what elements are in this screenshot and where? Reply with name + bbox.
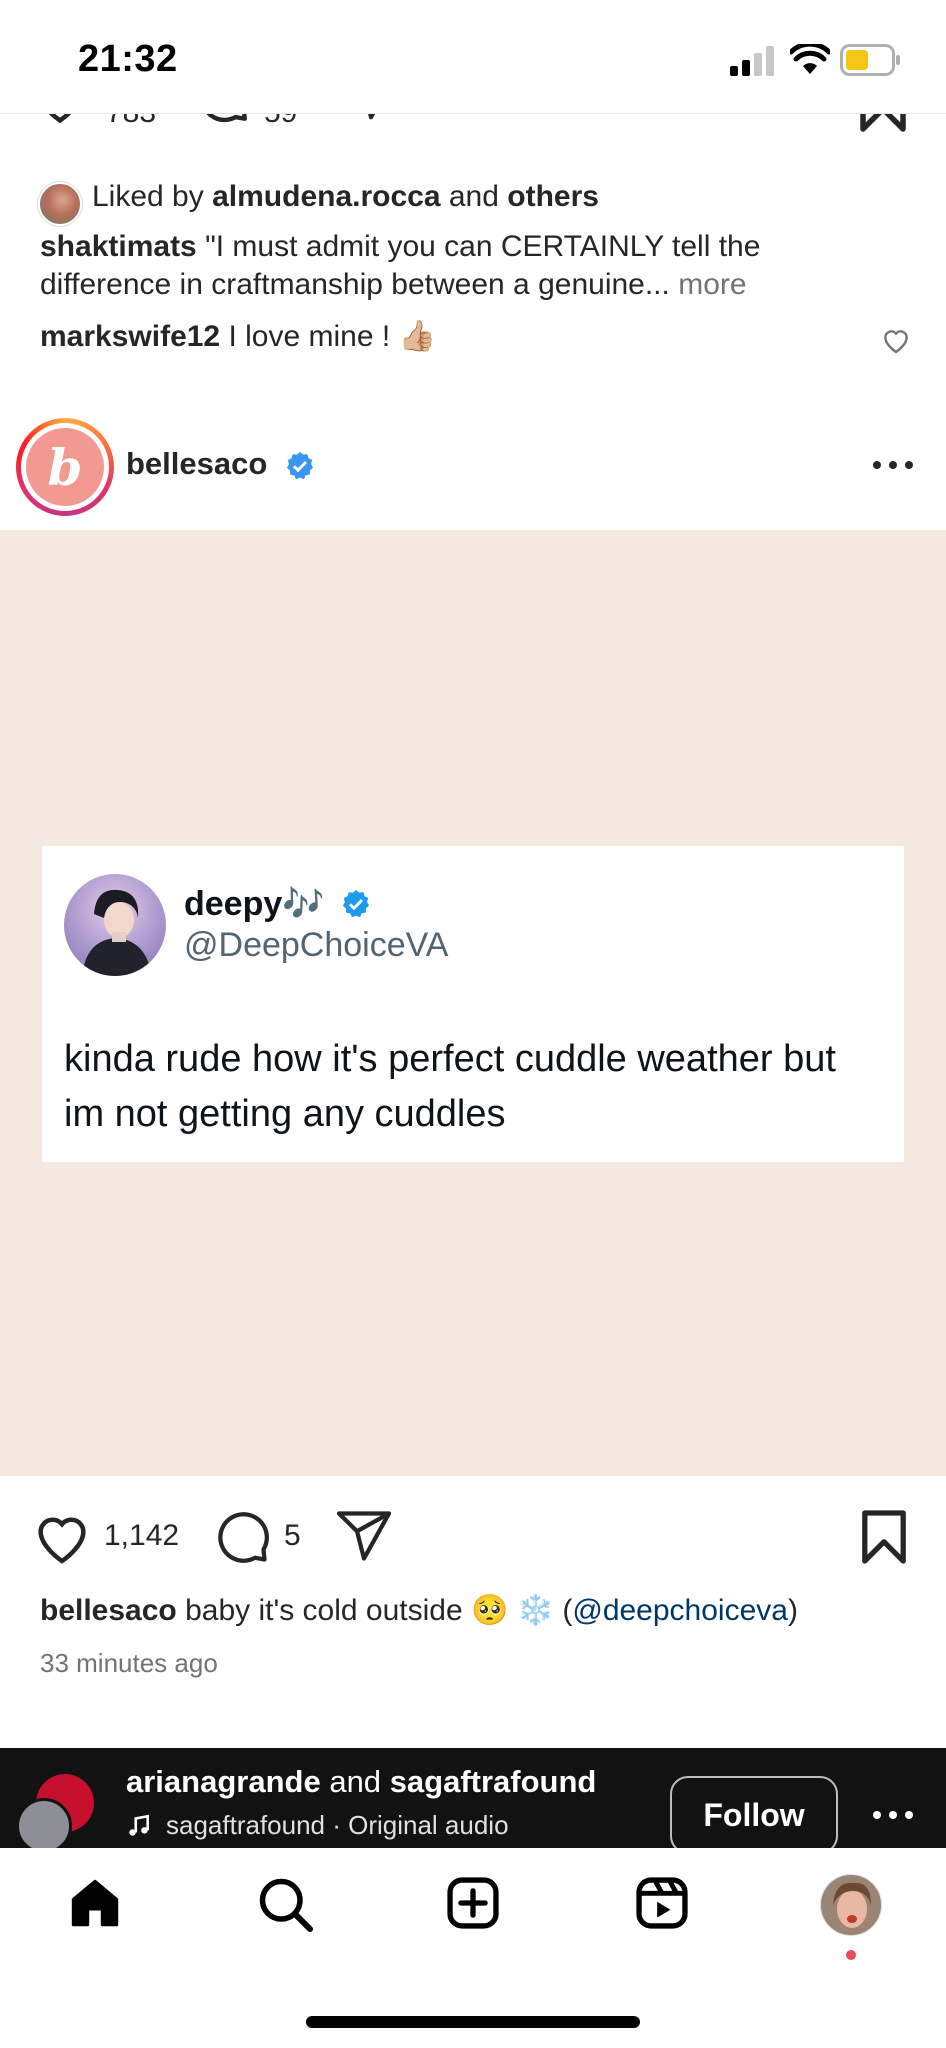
caption-close: )	[787, 1594, 798, 1627]
profile-avatar[interactable]	[820, 1874, 882, 1936]
tweet-text-line2: im not getting any cuddles	[64, 1093, 506, 1135]
battery-icon	[840, 44, 902, 76]
caption-text: "I must admit you can CERTAINLY tell the	[205, 230, 761, 263]
create-post-icon[interactable]	[444, 1874, 502, 1932]
prev-caption-line2: difference in craftmanship between a gen…	[40, 266, 747, 304]
save-icon[interactable]	[860, 1508, 908, 1566]
tweet-card: deepy🎶 @DeepChoiceVA kinda rude how it's…	[42, 846, 904, 1162]
search-icon[interactable]	[255, 1874, 315, 1934]
music-note-icon	[126, 1812, 152, 1840]
post-media[interactable]: deepy🎶 @DeepChoiceVA kinda rude how it's…	[0, 530, 946, 1476]
caption-text-continued: difference in craftmanship between a gen…	[40, 268, 670, 301]
tweet-display-name: deepy🎶	[184, 885, 325, 923]
status-bar: 21:32	[0, 0, 946, 114]
tweet-verified-icon	[340, 888, 372, 920]
more-options-icon[interactable]	[872, 460, 914, 470]
home-icon[interactable]	[66, 1874, 124, 1932]
prev-caption-line1: shaktimats "I must admit you can CERTAIN…	[40, 228, 760, 266]
caption-username[interactable]: bellesaco	[40, 1594, 177, 1627]
like-count[interactable]: 1,142	[104, 1519, 179, 1553]
liked-by-user[interactable]: almudena.rocca	[212, 180, 440, 213]
comment-count[interactable]: 5	[284, 1519, 301, 1553]
reel-audio[interactable]: sagaftrafound · Original audio	[166, 1810, 509, 1841]
liked-by-others[interactable]: others	[507, 180, 599, 213]
story-ring[interactable]: b	[16, 418, 114, 516]
liked-by-and: and	[448, 180, 499, 213]
clock: 21:32	[78, 38, 178, 80]
suggested-reel-bar[interactable]: arianagrande and sagaftrafound sagaftraf…	[0, 1748, 946, 1848]
reel-more-icon[interactable]	[872, 1810, 914, 1820]
wifi-icon	[790, 44, 830, 76]
follow-button[interactable]: Follow	[670, 1776, 838, 1848]
tweet-avatar	[64, 874, 166, 976]
liked-by-avatar[interactable]	[38, 182, 82, 226]
reel-user-2[interactable]: sagaftrafound	[390, 1764, 597, 1799]
caption-mention-link[interactable]: @deepchoiceva	[572, 1594, 788, 1627]
like-icon[interactable]	[30, 1505, 94, 1569]
verified-badge-icon	[284, 450, 316, 482]
notification-dot	[846, 1950, 856, 1960]
reel-avatar-2[interactable]	[16, 1798, 72, 1848]
caption-text: baby it's cold outside 🥺 ❄️ (	[185, 1594, 573, 1627]
home-indicator	[306, 2016, 640, 2028]
comment-like-icon[interactable]	[880, 324, 912, 356]
tweet-text: kinda rude how it's perfect cuddle weath…	[64, 1032, 894, 1142]
reel-and: and	[329, 1764, 382, 1799]
comment-icon[interactable]	[212, 1507, 272, 1567]
tweet-handle: @DeepChoiceVA	[184, 926, 449, 964]
post-avatar: b	[26, 428, 104, 506]
liked-by-prefix: Liked by	[92, 180, 204, 213]
post-username[interactable]: bellesaco	[126, 446, 267, 482]
more-link[interactable]: more	[678, 268, 746, 301]
comment-username[interactable]: markswife12	[40, 320, 220, 353]
comment-text: I love mine ! 👍🏼	[228, 320, 436, 353]
liked-by-text: Liked by almudena.rocca and others	[92, 178, 599, 216]
share-icon[interactable]	[334, 1506, 394, 1566]
caption-username[interactable]: shaktimats	[40, 230, 197, 263]
cellular-signal-icon	[730, 46, 776, 76]
post-caption: bellesaco baby it's cold outside 🥺 ❄️ (@…	[40, 1592, 798, 1630]
reels-icon[interactable]	[633, 1874, 691, 1932]
post-timestamp: 33 minutes ago	[40, 1648, 218, 1678]
reel-user-1[interactable]: arianagrande	[126, 1764, 321, 1799]
tweet-text-line1: kinda rude how it's perfect cuddle weath…	[64, 1038, 836, 1080]
reel-users: arianagrande and sagaftrafound	[126, 1764, 596, 1800]
comment-preview: markswife12 I love mine ! 👍🏼	[40, 318, 436, 356]
